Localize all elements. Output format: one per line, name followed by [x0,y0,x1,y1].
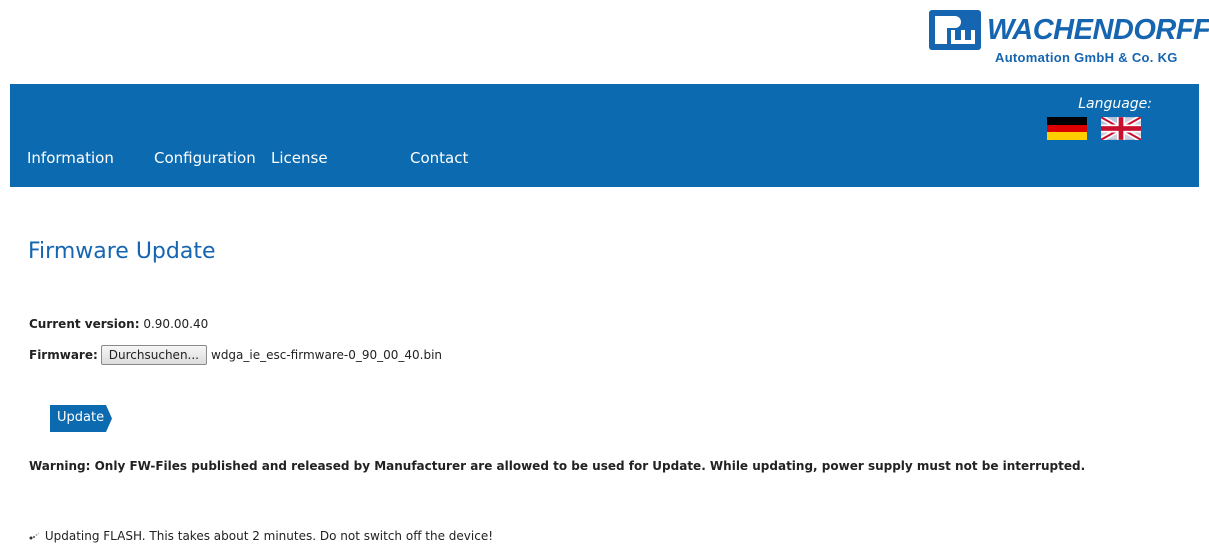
current-version-label: Current version: [29,317,140,331]
logo-name: WACHENDORFF [987,14,1209,46]
page-title: Firmware Update [28,239,216,264]
wachendorff-logo-icon [929,10,981,50]
current-version-row: Current version: 0.90.00.40 [29,317,208,331]
status-message: Updating FLASH. This takes about 2 minut… [29,529,493,543]
status-text: Updating FLASH. This takes about 2 minut… [44,529,494,543]
update-button[interactable]: Update [50,405,112,432]
logo-subtitle: Automation GmbH & Co. KG [995,50,1178,65]
nav-configuration[interactable]: Configuration [154,149,256,167]
german-flag-icon[interactable] [1047,117,1087,140]
loading-spinner-icon [29,532,40,540]
selected-file-name: wdga_ie_esc-firmware-0_90_00_40.bin [211,348,443,362]
nav-information[interactable]: Information [27,149,114,167]
update-button-label: Update [57,410,105,425]
uk-flag-icon[interactable] [1099,114,1143,143]
firmware-label: Firmware: [29,348,98,362]
firmware-row: Firmware: Durchsuchen... wdga_ie_esc-firmw… [29,345,442,365]
language-label: Language: [1078,96,1152,112]
nav-contact[interactable]: Contact [410,149,468,167]
browse-button[interactable]: Durchsuchen... [100,345,207,365]
wachendorff-logo: WACHENDORFF Automation GmbH & Co. KG [929,10,1209,72]
main-navigation: Information Configuration License Contac… [10,84,1199,187]
warning-text: Warning: Only FW-Files published and rel… [29,459,1086,473]
nav-license[interactable]: License [271,149,328,167]
current-version-value: 0.90.00.40 [143,317,209,331]
